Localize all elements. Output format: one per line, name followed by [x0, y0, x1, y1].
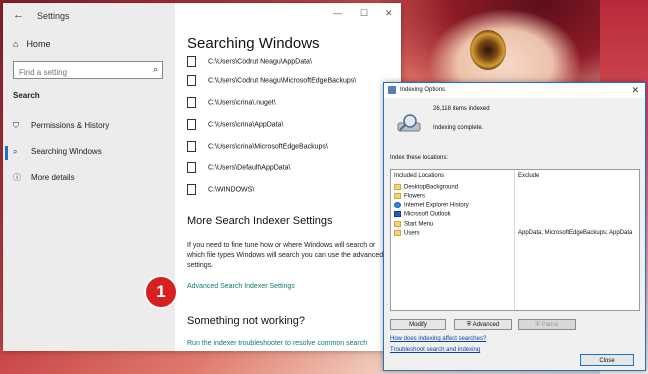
- indexing-status: Indexing complete.: [433, 125, 484, 131]
- indexing-options-dialog: Indexing Options ✕ 26,118 items indexed …: [383, 82, 646, 371]
- list-item[interactable]: Flowers: [394, 193, 425, 200]
- folder-row: C:\WINDOWS\: [187, 184, 254, 195]
- more-settings-text: If you need to fine tune how or where Wi…: [187, 242, 384, 269]
- active-indicator: [5, 146, 8, 160]
- folder-checkbox[interactable]: [187, 162, 196, 173]
- close-icon[interactable]: ✕: [385, 8, 393, 19]
- dialog-titlebar: Indexing Options ✕: [384, 83, 645, 98]
- column-divider: [514, 170, 515, 310]
- settings-window: ← Settings ⌂Home ⌕ Search ⛉Permissions &…: [3, 3, 401, 351]
- dialog-title: Indexing Options: [400, 87, 446, 93]
- modify-button[interactable]: Modify: [390, 319, 446, 330]
- col-exclude-header[interactable]: Exclude: [518, 173, 539, 179]
- folder-icon: [394, 184, 401, 190]
- folder-checkbox[interactable]: [187, 75, 196, 86]
- nav-home[interactable]: ⌂ Home: [13, 39, 58, 49]
- find-setting-box[interactable]: ⌕: [13, 61, 163, 81]
- page-title: Searching Windows: [187, 35, 320, 52]
- info-icon: ⓘ: [13, 173, 21, 182]
- items-indexed-count: 26,118 items indexed: [433, 106, 490, 112]
- folder-checkbox[interactable]: [187, 119, 196, 130]
- col-included-header[interactable]: Included Locations: [394, 173, 444, 179]
- maximize-icon[interactable]: ☐: [360, 8, 368, 19]
- list-item[interactable]: Users: [394, 230, 420, 237]
- shield-icon: ⛨: [466, 322, 472, 328]
- list-item[interactable]: DesktopBackground: [394, 184, 458, 191]
- back-arrow-icon[interactable]: ←: [13, 9, 24, 21]
- outlook-icon: [394, 211, 401, 217]
- folder-row: C:\Users\crina\.nuget\: [187, 97, 276, 108]
- wallpaper-eye: [470, 30, 506, 70]
- indexing-icon: [388, 86, 396, 94]
- folder-checkbox[interactable]: [187, 141, 196, 152]
- close-button[interactable]: Close: [580, 354, 634, 366]
- folder-checkbox[interactable]: [187, 97, 196, 108]
- minimize-icon[interactable]: —: [333, 8, 342, 18]
- list-item[interactable]: Internet Explorer History: [394, 202, 469, 209]
- home-icon: ⌂: [13, 39, 19, 49]
- search-input[interactable]: [14, 64, 144, 81]
- close-icon[interactable]: ✕: [631, 85, 639, 96]
- locations-list[interactable]: Included Locations Exclude DesktopBackgr…: [390, 169, 640, 311]
- troubleshooter-link[interactable]: Run the indexer troubleshooter to resolv…: [187, 340, 367, 347]
- locations-label: Index these locations:: [390, 155, 449, 161]
- pause-icon: ⛨: [535, 322, 540, 328]
- folder-row: C:\Users\Codrut Neagu\AppData\: [187, 56, 312, 67]
- advanced-button[interactable]: ⛨ Advanced: [454, 319, 512, 330]
- folder-row: C:\Users\crina\AppData\: [187, 119, 283, 130]
- folder-row: C:\Users\crina\MicrosoftEdgeBackups\: [187, 141, 328, 152]
- folder-icon: [394, 221, 401, 227]
- internet-explorer-icon: [394, 202, 401, 208]
- folder-checkbox[interactable]: [187, 184, 196, 195]
- folder-row: C:\Users\Default\AppData\: [187, 162, 290, 173]
- nav-searching-windows[interactable]: ⌕ Searching Windows: [13, 147, 102, 157]
- search-icon: ⌕: [152, 64, 158, 74]
- folder-checkbox[interactable]: [187, 56, 196, 67]
- step-badge-1: 1: [144, 275, 178, 309]
- folder-icon: [394, 193, 401, 199]
- not-working-heading: Something not working?: [187, 315, 306, 327]
- list-item[interactable]: Microsoft Outlook: [394, 211, 451, 218]
- indexing-help-link[interactable]: How does indexing affect searches?: [390, 336, 486, 342]
- folder-icon: [394, 230, 401, 236]
- advanced-settings-link[interactable]: Advanced Search Indexer Settings: [187, 283, 295, 290]
- list-item[interactable]: Start Menu: [394, 221, 433, 228]
- window-title: Settings: [37, 11, 70, 21]
- nav-more-details[interactable]: ⓘ More details: [13, 172, 75, 183]
- lock-icon: ⛉: [13, 121, 19, 130]
- pause-button: ⛨ Pause: [518, 319, 576, 330]
- troubleshoot-link[interactable]: Troubleshoot search and indexing: [390, 347, 480, 353]
- magnifier-drive-icon: [397, 114, 421, 132]
- nav-permissions-history[interactable]: ⛉ Permissions & History: [13, 121, 109, 131]
- more-settings-heading: More Search Indexer Settings: [187, 215, 333, 227]
- folder-row: C:\Users\Codrut Neagu\MicrosoftEdgeBacku…: [187, 75, 356, 86]
- users-exclude-value: AppData; MicrosoftEdgeBackups; AppData: [518, 230, 633, 236]
- section-title: Search: [13, 91, 40, 100]
- search-icon: ⌕: [13, 147, 18, 156]
